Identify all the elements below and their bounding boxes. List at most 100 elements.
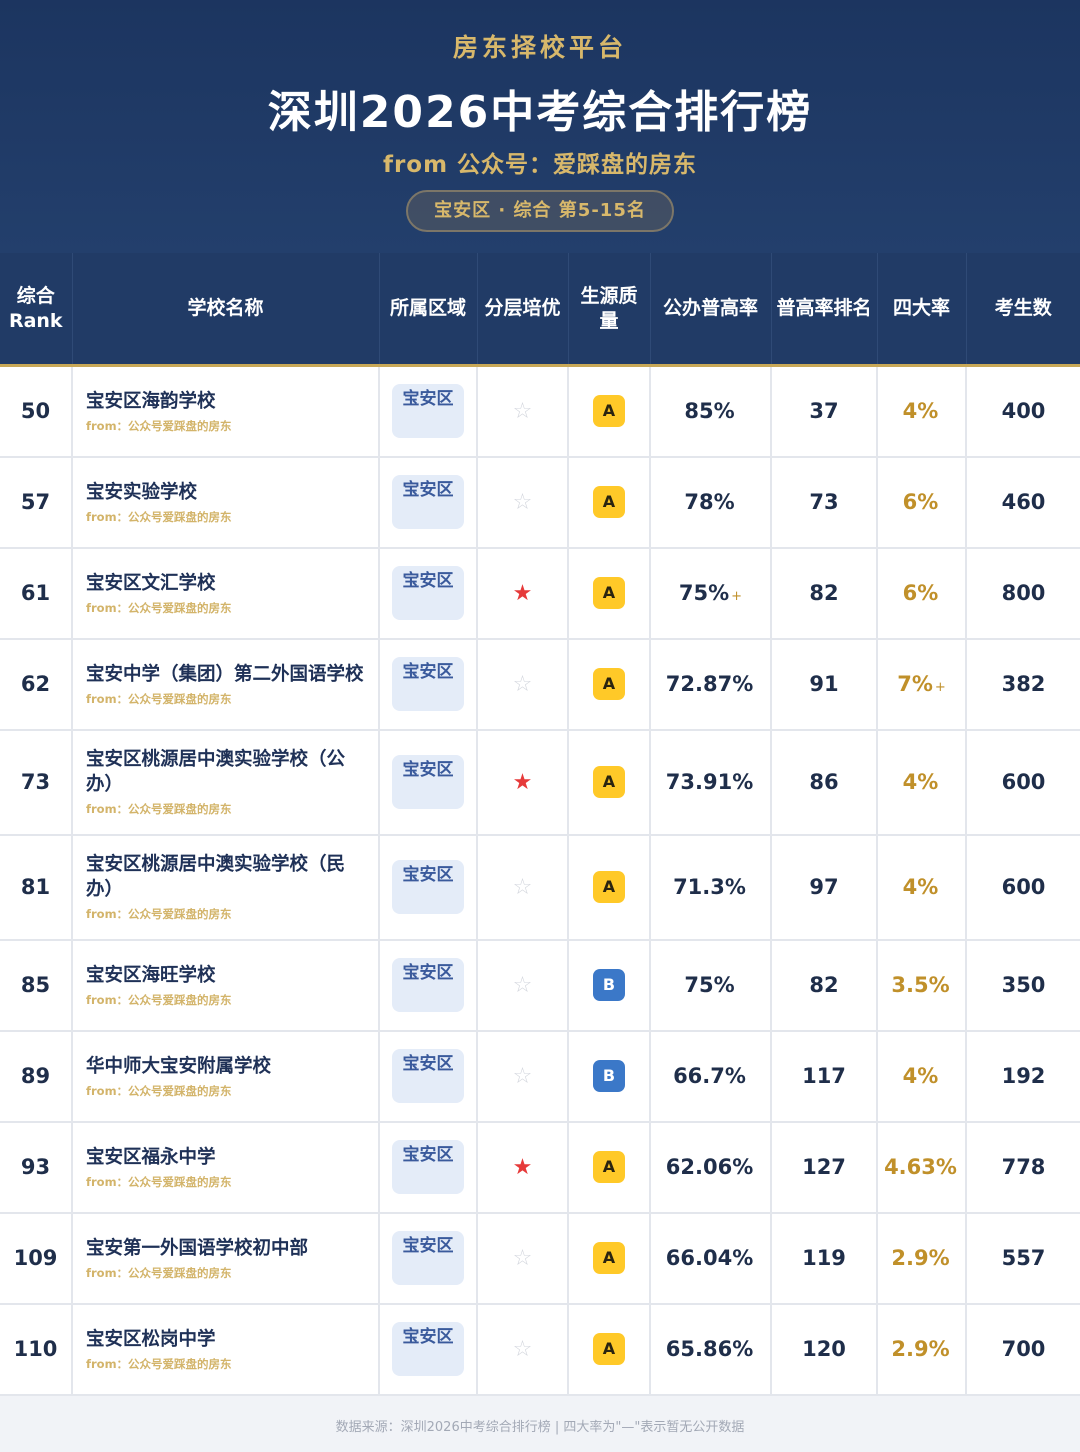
page-title: 深圳2026中考综合排行榜 [267,87,813,138]
table-row: 93 宝安区福永中学 from：公众号爱踩盘的房东 宝安区 ★ A 62.06% 127 4.6… [0,1121,1080,1214]
school-name: 宝安第一外国语学校初中部 [86,1237,309,1259]
star-icon: ☆ [512,1063,533,1089]
tiered-cell: ☆ [477,1212,569,1305]
students-cell: 400 [966,365,1080,458]
tiered-cell: ☆ [477,456,569,549]
star-icon: ★ [512,769,533,795]
district-badge: 宝安区 [392,384,464,439]
students-cell: 778 [966,1121,1080,1214]
grade-badge: B [593,969,625,1001]
district-cell: 宝安区 [379,1030,478,1123]
quality-cell: A [568,547,651,640]
col-header-rate: 公办普高率 [650,253,772,367]
rate-rank-cell: 73 [771,456,878,549]
big4-value: 7% [897,672,933,696]
rate-cell: 71.3% [650,834,772,941]
school-source: from：公众号爱踩盘的房东 [86,1356,232,1371]
rate-value: 65.86% [665,1337,754,1361]
school-name: 宝安区海旺学校 [86,964,216,986]
district-badge: 宝安区 [392,1231,464,1285]
quality-cell: A [568,834,651,941]
quality-cell: A [568,365,651,458]
rank-cell: 73 [0,729,73,836]
rate-cell: 65.86% [650,1303,772,1396]
rate-value: 78% [684,490,735,514]
big4-cell: 4% [877,834,967,941]
big4-cell: 4.63% [877,1121,967,1214]
quality-cell: A [568,1303,651,1396]
rank-cell: 50 [0,365,73,458]
rate-value: 85% [684,399,735,424]
star-icon: ☆ [512,671,533,697]
table-row: 62 宝安中学（集团）第二外国语学校 from：公众号爱踩盘的房东 宝安区 ☆ A 72.8… [0,638,1080,731]
school-name: 宝安区文汇学校 [86,572,216,594]
big4-cell: 6% [877,456,967,549]
star-icon: ☆ [512,874,533,900]
rank-cell: 110 [0,1303,73,1396]
district-cell: 宝安区 [379,638,478,731]
school-source: from：公众号爱踩盘的房东 [86,907,232,921]
district-badge: 宝安区 [392,958,464,1012]
ranking-table: 综合Rank 学校名称 所属区域 分层培优 生源质量 公办普高率 普高率排名 四… [0,253,1080,1396]
school-cell: 宝安实验学校 from：公众号爱踩盘的房东 [72,456,380,549]
big4-cell: 3.5% [877,939,967,1032]
tiered-cell: ☆ [477,638,569,731]
rate-value: 62.06% [665,1155,754,1179]
rate-rank-cell: 97 [771,834,878,941]
district-badge: 宝安区 [392,566,464,620]
header-banner: 房东择校平台 深圳2026中考综合排行榜 from 公众号：爱踩盘的房东 宝安区… [0,0,1080,253]
grade-badge: A [593,1151,625,1183]
rate-rank-cell: 127 [771,1121,878,1214]
quality-cell: A [568,638,651,731]
big4-value: 4% [902,770,939,794]
district-badge: 宝安区 [392,475,464,529]
platform-name: 房东择校平台 [452,33,627,62]
school-name: 宝安实验学校 [86,481,198,503]
rate-value: 72.87% [665,672,754,696]
big4-cell: 2.9% [877,1303,967,1396]
quality-cell: A [568,1121,651,1214]
big4-value: 2.9% [891,1246,950,1270]
school-cell: 宝安区海旺学校 from：公众号爱踩盘的房东 [72,939,380,1032]
col-header-district: 所属区域 [379,253,478,367]
school-source: from：公众号爱踩盘的房东 [86,418,232,433]
district-badge: 宝安区 [392,1322,464,1376]
school-name: 宝安中学（集团）第二外国语学校 [86,663,364,685]
students-cell: 800 [966,547,1080,640]
rate-cell: 72.87% [650,638,772,731]
big4-value: 3.5% [891,973,950,997]
grade-badge: A [593,1242,625,1274]
students-cell: 382 [966,638,1080,731]
big4-cell: 4% [877,729,967,836]
district-badge: 宝安区 [392,1049,464,1103]
star-icon: ☆ [512,1336,533,1362]
school-name: 宝安区桃源居中澳实验学校（民办） [86,854,346,900]
big4-value: 4% [902,399,939,424]
district-cell: 宝安区 [379,834,478,941]
rank-cell: 89 [0,1030,73,1123]
table-header-row: 综合Rank 学校名称 所属区域 分层培优 生源质量 公办普高率 普高率排名 四… [0,253,1080,367]
table-row: 50 宝安区海韵学校 from：公众号爱踩盘的房东 宝安区 ☆ A 85% 37 4% 400 [0,365,1080,458]
school-cell: 宝安区桃源居中澳实验学校（公办） from：公众号爱踩盘的房东 [72,729,380,836]
school-name: 宝安区松岗中学 [86,1328,216,1350]
col-header-students: 考生数 [966,253,1080,367]
school-name: 华中师大宝安附属学校 [86,1055,272,1077]
rate-value: 75% [678,581,730,605]
district-badge: 宝安区 [392,860,464,914]
rate-value: 66.04% [665,1246,754,1270]
district-badge: 宝安区 [392,657,464,711]
district-cell: 宝安区 [379,456,478,549]
students-cell: 557 [966,1212,1080,1305]
tiered-cell: ★ [477,1121,569,1214]
rate-cell: 66.04% [650,1212,772,1305]
district-cell: 宝安区 [379,365,478,458]
grade-badge: A [593,395,625,428]
footer-note: 数据来源：深圳2026中考综合排行榜 | 四大率为"—"表示暂无公开数据 [335,1420,745,1435]
tiered-cell: ☆ [477,365,569,458]
school-source: from：公众号爱踩盘的房东 [86,1083,232,1098]
tiered-cell: ☆ [477,939,569,1032]
tiered-cell: ☆ [477,1303,569,1396]
grade-badge: A [593,577,625,609]
rate-rank-cell: 120 [771,1303,878,1396]
big4-value: 4% [902,1064,939,1088]
